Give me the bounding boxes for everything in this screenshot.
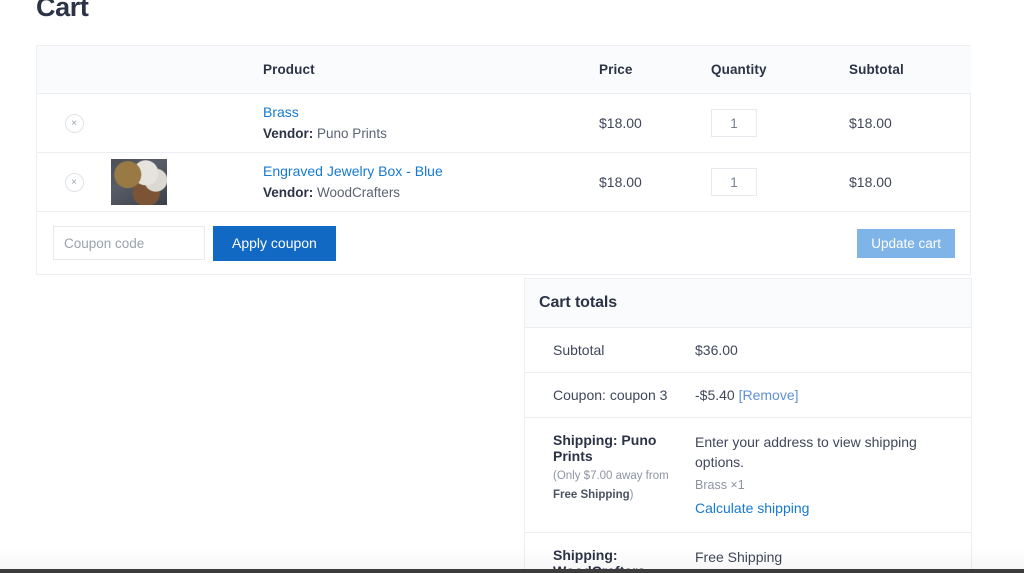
table-row: × Engraved Jewelry Box - Blue Vendor: Wo… (37, 152, 971, 212)
totals-row-shipping-puno-prints: Shipping: Puno Prints (Only $7.00 away f… (525, 417, 971, 533)
table-row: × Brass Vendor: Puno Prints $18.00 $18.0… (37, 93, 971, 153)
vendor-label: Vendor: (263, 185, 314, 200)
thumbnail-cell (111, 152, 263, 212)
shipping-1-note-suffix: ) (629, 489, 634, 501)
coupon-value-cell: -$5.40 [Remove] (695, 372, 971, 418)
column-header-quantity: Quantity (711, 46, 849, 94)
remove-cell: × (37, 93, 111, 153)
cart-totals-header: Cart totals (525, 279, 971, 328)
thumbnail-cell (111, 93, 263, 153)
shipping-1-label: Shipping: Puno Prints (553, 432, 657, 464)
remove-item-icon[interactable]: × (64, 173, 84, 192)
product-thumbnail-brass[interactable] (111, 100, 167, 146)
cart-items-table: Product Price Quantity Subtotal × Brass (36, 45, 971, 275)
quantity-input[interactable] (711, 168, 757, 196)
column-header-thumbnail (111, 46, 263, 94)
totals-row-coupon: Coupon: coupon 3 -$5.40 [Remove] (525, 372, 971, 418)
product-link-brass[interactable]: Brass (263, 102, 599, 122)
cart-actions-cell: Apply coupon Update cart (37, 212, 971, 275)
subtotal-label: Subtotal (525, 328, 695, 373)
product-thumbnail-jewelry-box[interactable] (111, 159, 167, 205)
quantity-cell (711, 152, 849, 212)
subtotal-cell: $18.00 (849, 152, 971, 212)
shipping-2-method: Free Shipping (695, 549, 783, 565)
coupon-code-input[interactable] (53, 226, 205, 260)
update-cart-button[interactable]: Update cart (857, 228, 955, 258)
vendor-name: Puno Prints (317, 126, 387, 141)
remove-item-icon[interactable]: × (64, 114, 84, 133)
shipping-2-label: Shipping: WoodCrafters (553, 547, 645, 569)
column-header-subtotal: Subtotal (849, 46, 971, 94)
apply-coupon-button[interactable]: Apply coupon (213, 225, 336, 261)
page-title: Cart (36, 0, 89, 22)
subtotal-value: $36.00 (695, 328, 971, 373)
subtotal-cell: $18.00 (849, 93, 971, 153)
remove-cell: × (37, 152, 111, 212)
coupon-group: Apply coupon (53, 225, 336, 261)
cart-page: Cart Product Price Quantity Subtotal × B… (0, 0, 1024, 569)
cart-actions-row: Apply coupon Update cart (37, 212, 971, 275)
shipping-1-note: (Only $7.00 away from Free Shipping) (553, 467, 695, 505)
shipping-1-label-cell: Shipping: Puno Prints (Only $7.00 away f… (525, 417, 695, 533)
shipping-1-note-bold: Free Shipping (553, 489, 630, 501)
product-cell: Brass Vendor: Puno Prints (263, 93, 599, 153)
shipping-2-label-cell: Shipping: WoodCrafters (525, 533, 695, 569)
cart-totals-heading: Cart totals (539, 294, 618, 311)
vendor-line: Vendor: WoodCrafters (263, 183, 599, 203)
price-cell: $18.00 (599, 152, 711, 212)
cart-totals-panel: Cart totals Subtotal $36.00 Coupon: coup… (524, 278, 972, 569)
shipping-1-value-cell: Enter your address to view shipping opti… (695, 417, 971, 533)
calculate-shipping-link[interactable]: Calculate shipping (695, 498, 957, 518)
remove-coupon-link[interactable]: [Remove] (739, 387, 799, 403)
quantity-input[interactable] (711, 109, 757, 137)
product-link-engraved-jewelry-box[interactable]: Engraved Jewelry Box - Blue (263, 161, 599, 181)
window-bottom-edge (0, 569, 1024, 573)
totals-row-subtotal: Subtotal $36.00 (525, 328, 971, 373)
price-cell: $18.00 (599, 93, 711, 153)
vendor-line: Vendor: Puno Prints (263, 124, 599, 144)
vendor-label: Vendor: (263, 126, 314, 141)
quantity-cell (711, 93, 849, 153)
totals-row-shipping-woodcrafters: Shipping: WoodCrafters Free Shipping Shi… (525, 533, 971, 570)
column-header-remove (37, 46, 111, 94)
product-cell: Engraved Jewelry Box - Blue Vendor: Wood… (263, 152, 599, 212)
shipping-2-value-cell: Free Shipping Shipping to Dhaka, Dhaka, … (695, 533, 971, 570)
shipping-1-message: Enter your address to view shipping opti… (695, 434, 917, 470)
coupon-amount: -$5.40 (695, 387, 735, 403)
shipping-1-items: Brass ×1 (695, 478, 745, 492)
column-header-price: Price (599, 46, 711, 94)
vendor-name: WoodCrafters (317, 185, 401, 200)
coupon-label: Coupon: coupon 3 (525, 372, 695, 418)
cart-table-header-row: Product Price Quantity Subtotal (37, 46, 971, 94)
shipping-1-note-prefix: (Only $7.00 away from (553, 470, 669, 482)
column-header-product: Product (263, 46, 599, 94)
